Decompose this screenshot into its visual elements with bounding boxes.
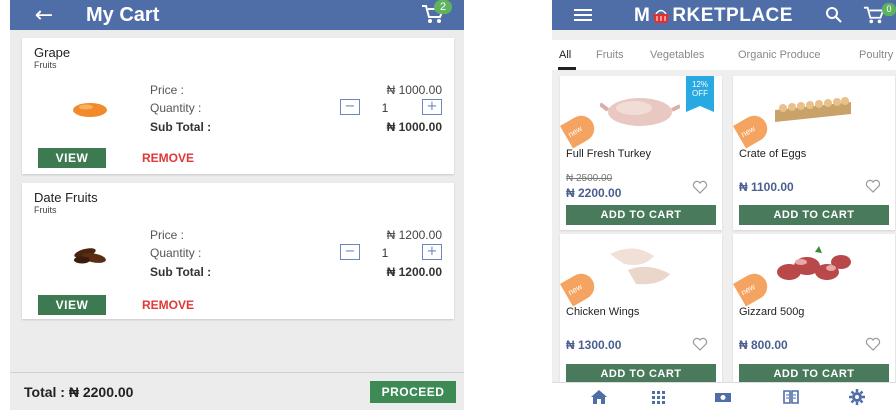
tab-poultry[interactable]: Poultry [859,49,893,61]
chicken-wings-image [610,248,670,285]
product-card[interactable]: new Crate of Eggs ₦ 1100.00 ADD TO CART [733,76,895,230]
increase-qty-button[interactable]: + [422,99,442,115]
quantity-value: 1 [381,101,389,115]
view-button[interactable]: VIEW [38,148,106,168]
quantity-label: Quantity : [150,101,202,115]
heart-icon[interactable] [865,337,881,351]
marketplace-screen: M RKETPLACE 0 All Fruits Vegetables Orga… [552,0,896,410]
discount-badge: 12% OFF [686,76,714,112]
active-tab-indicator [558,67,576,70]
item-name: Date Fruits [34,190,98,205]
new-badge: new [733,111,772,149]
basket-icon [653,9,670,23]
eggs-image [775,97,851,122]
new-badge: new [560,269,599,307]
item-category: Fruits [34,60,57,70]
product-name: Chicken Wings [566,306,640,318]
market-header: M RKETPLACE 0 [552,0,896,30]
search-icon[interactable] [825,6,843,24]
proceed-button[interactable]: PROCEED [370,381,456,403]
menu-icon[interactable] [574,9,592,21]
cart-screen: ← My Cart 2 Grape Fruits Price : ₦ 1000.… [10,0,464,410]
subtotal-label: Sub Total : [150,120,212,134]
new-badge: new [733,269,772,307]
discount-off: OFF [692,89,708,98]
heart-icon[interactable] [692,337,708,351]
view-button[interactable]: VIEW [38,295,106,315]
product-name: Gizzard 500g [739,306,805,318]
item-price: ₦ 1200.00 [386,228,442,242]
product-name: Full Fresh Turkey [566,148,651,160]
tab-all[interactable]: All [559,49,571,61]
item-name: Grape [34,45,71,60]
remove-button[interactable]: REMOVE [142,151,194,165]
decrease-qty-button[interactable]: − [340,99,360,115]
bottom-nav [552,382,896,410]
dates-image [74,248,106,264]
gizzard-image [777,246,851,280]
cart-header: ← My Cart 2 [10,0,464,30]
tab-fruits[interactable]: Fruits [596,49,624,61]
discount-percent: 12% [691,80,708,89]
add-to-cart-button[interactable]: ADD TO CART [566,364,716,384]
cart-item-card: Grape Fruits Price : ₦ 1000.00 Quantity … [22,38,454,174]
price-label: Price : [150,83,185,97]
product-card[interactable]: 12% OFF new Full Fresh Turkey ₦ 2500.00 ₦… [560,76,722,230]
cart-count-badge: 2 [434,0,452,14]
cart-total: Total : ₦ 2200.00 [24,384,134,400]
subtotal-label: Sub Total : [150,265,212,279]
brand-right: RKETPLACE [672,5,793,26]
product-old-price: ₦ 2500.00 [566,173,613,184]
brand-logo: M RKETPLACE [634,5,793,27]
product-card[interactable]: new Chicken Wings ₦ 1300.00 ADD TO CART [560,234,722,388]
home-icon[interactable] [590,389,608,405]
product-price: ₦ 1300.00 [566,338,622,352]
product-price: ₦ 2200.00 [566,186,622,200]
cart-icon[interactable]: 0 [862,3,896,28]
remove-button[interactable]: REMOVE [142,298,194,312]
cart-count-badge: 0 [882,3,896,16]
book-icon[interactable] [782,389,800,405]
price-label: Price : [150,228,185,242]
page-title: My Cart [86,3,160,26]
item-price: ₦ 1000.00 [386,83,442,97]
decrease-qty-button[interactable]: − [340,244,360,260]
money-icon[interactable] [714,389,732,405]
increase-qty-button[interactable]: + [422,244,442,260]
add-to-cart-button[interactable]: ADD TO CART [566,205,716,225]
product-price: ₦ 1100.00 [739,180,794,194]
grid-icon[interactable] [650,389,668,405]
item-category: Fruits [34,205,57,215]
item-subtotal: ₦ 1000.00 [386,120,442,134]
item-subtotal: ₦ 1200.00 [386,265,442,279]
grape-image [73,103,107,117]
turkey-image [600,98,680,126]
heart-icon[interactable] [865,179,881,193]
quantity-label: Quantity : [150,246,202,260]
cart-icon[interactable]: 2 [420,0,452,28]
cart-item-card: Date Fruits Fruits Price : ₦ 1200.00 Qua… [22,183,454,319]
new-badge: new [560,111,599,149]
cart-footer: Total : ₦ 2200.00 PROCEED [10,372,464,410]
add-to-cart-button[interactable]: ADD TO CART [739,364,889,384]
category-tabs: All Fruits Vegetables Organic Produce Po… [552,40,896,70]
gear-icon[interactable] [848,389,866,405]
product-price: ₦ 800.00 [739,338,788,352]
product-name: Crate of Eggs [739,148,807,160]
brand-left: M [634,5,651,26]
tab-vegetables[interactable]: Vegetables [650,49,704,61]
back-arrow-icon[interactable]: ← [24,0,64,30]
tab-organic-produce[interactable]: Organic Produce [738,49,821,61]
quantity-value: 1 [381,246,389,260]
add-to-cart-button[interactable]: ADD TO CART [739,205,889,225]
product-card[interactable]: new Gizzard 500g ₦ 800.00 ADD TO CART [733,234,895,388]
heart-icon[interactable] [692,180,708,194]
